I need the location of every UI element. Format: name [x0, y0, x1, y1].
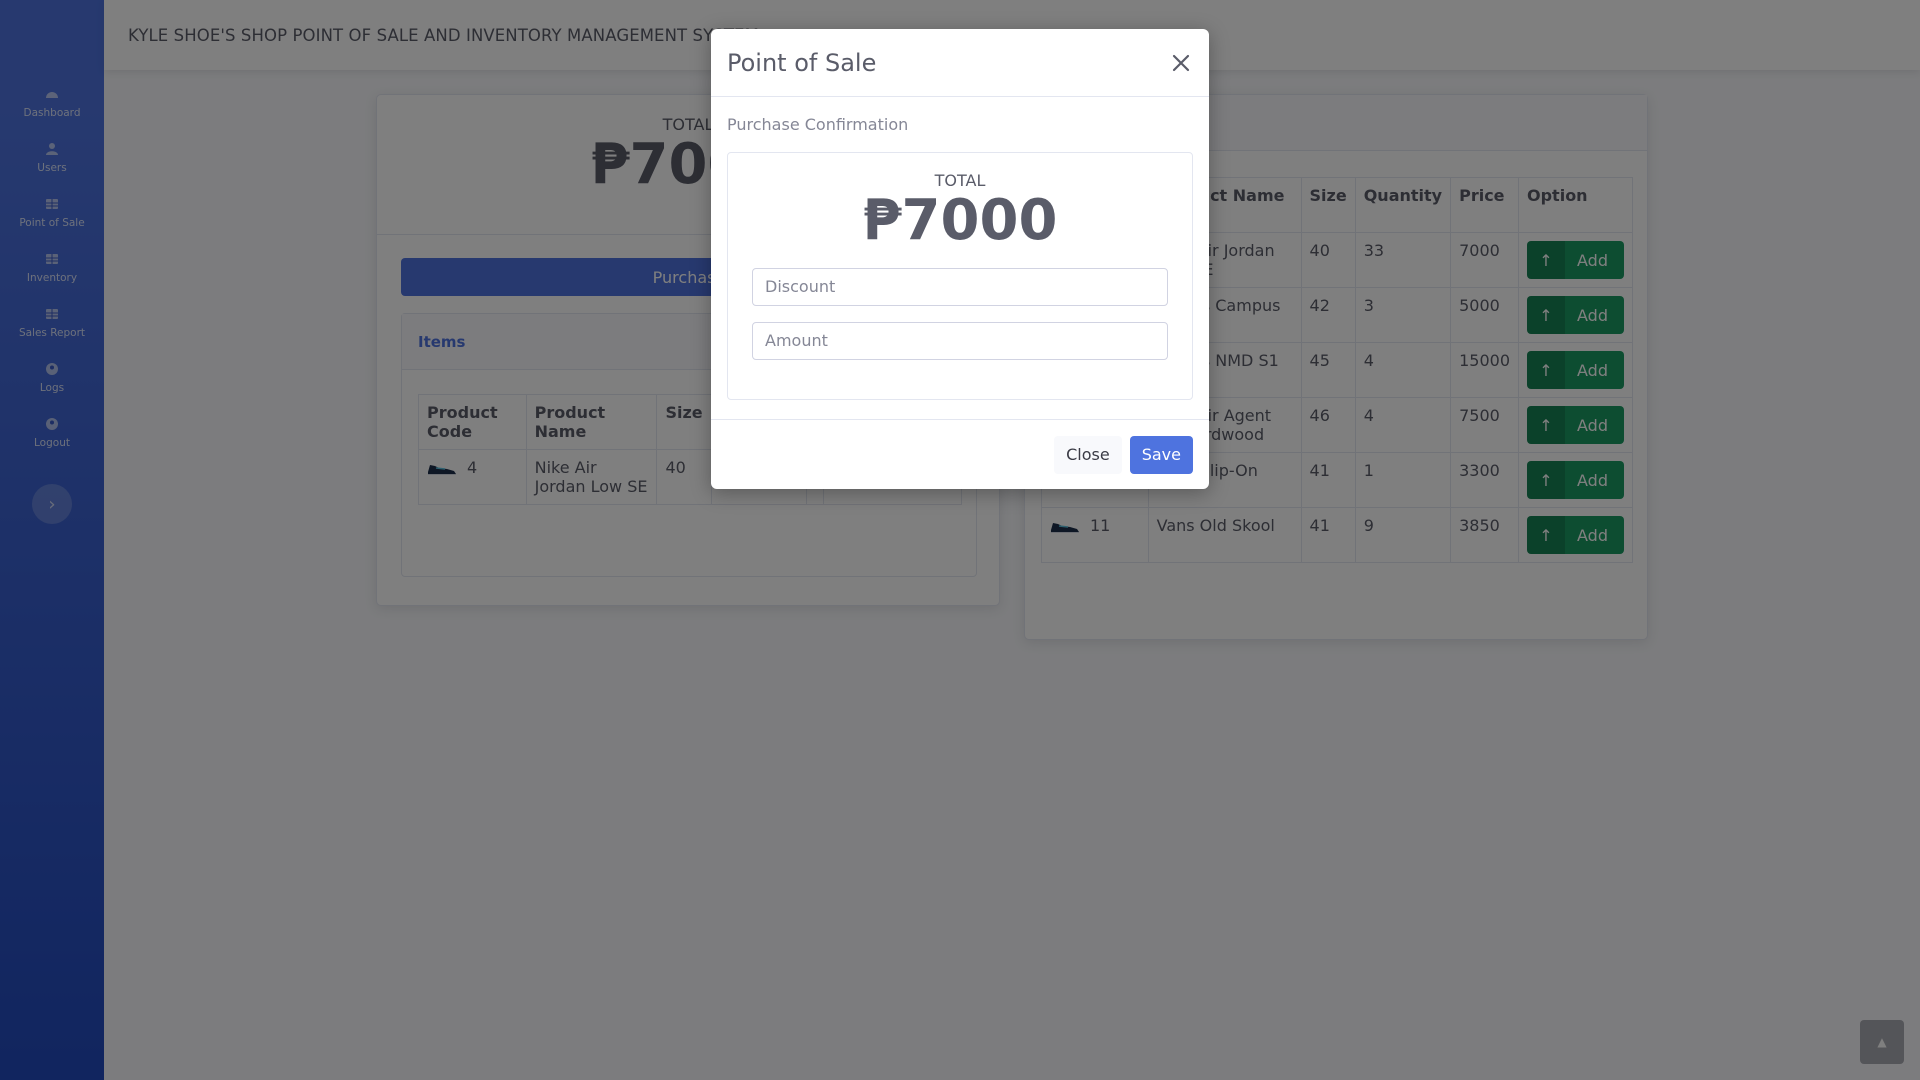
modal-body: Purchase Confirmation TOTAL ₱7000 — [711, 97, 1209, 400]
close-icon[interactable] — [1169, 51, 1193, 75]
pos-modal: Point of Sale Purchase Confirmation TOTA… — [711, 29, 1209, 489]
modal-title: Point of Sale — [727, 48, 877, 77]
save-button[interactable]: Save — [1129, 435, 1193, 474]
modal-header: Point of Sale — [711, 29, 1209, 97]
discount-input[interactable] — [752, 267, 1168, 306]
close-button[interactable]: Close — [1054, 435, 1122, 474]
confirmation-card: TOTAL ₱7000 — [727, 152, 1193, 400]
amount-input[interactable] — [752, 321, 1168, 360]
modal-subtitle: Purchase Confirmation — [727, 115, 909, 134]
modal-total-value: ₱7000 — [862, 188, 1058, 253]
modal-footer: Close Save — [711, 419, 1209, 489]
